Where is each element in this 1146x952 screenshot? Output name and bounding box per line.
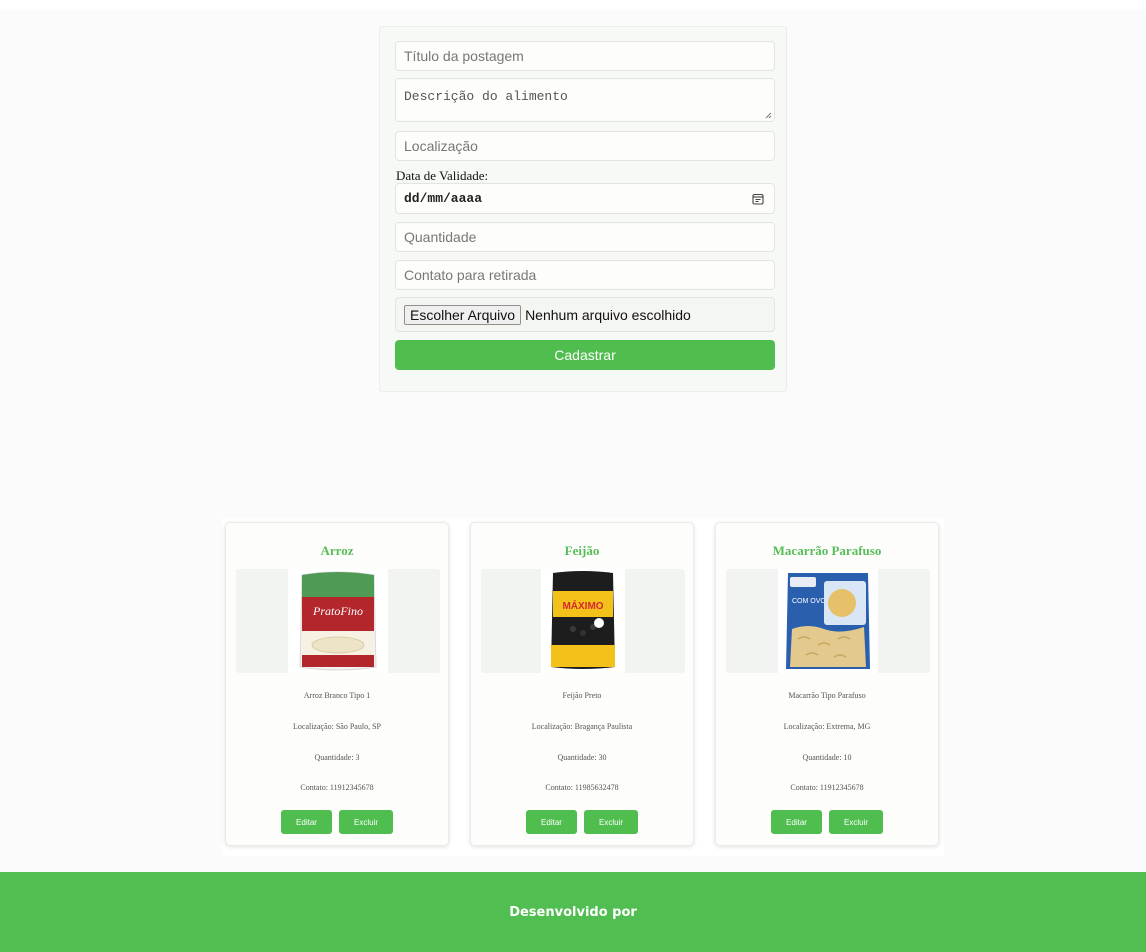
- card-location: Localização: Extrema, MG: [783, 722, 871, 731]
- contact-input[interactable]: Contato para retirada: [395, 260, 775, 290]
- card-location: Localização: Bragança Paulista: [531, 722, 633, 731]
- food-card-macarrao: Macarrão Parafuso COM OVOS Macarrão Tipo…: [715, 522, 939, 846]
- expiry-date-value: dd/mm/aaaa: [404, 191, 483, 206]
- description-textarea[interactable]: Descrição do alimento: [395, 78, 775, 122]
- quantity-input-placeholder: Quantidade: [404, 229, 477, 245]
- card-image-pasta: COM OVOS: [726, 569, 930, 673]
- expiry-date-label: Data de Validade:: [396, 168, 489, 183]
- description-textarea-placeholder: Descrição do alimento: [404, 89, 568, 104]
- card-contact: Contato: 11912345678: [790, 783, 864, 792]
- title-input[interactable]: Título da postagem: [395, 41, 775, 71]
- title-input-placeholder: Título da postagem: [404, 48, 524, 64]
- card-location: Localização: São Paulo, SP: [293, 722, 381, 731]
- expiry-date-input[interactable]: dd/mm/aaaa: [395, 183, 775, 214]
- food-card-feijao: Feijão MÁXIMO Feijão Preto Localização: …: [470, 522, 694, 846]
- card-contact: Contato: 11985632478: [545, 783, 619, 792]
- card-image-beans: MÁXIMO: [481, 569, 685, 673]
- quantity-input[interactable]: Quantidade: [395, 222, 775, 252]
- card-quantity: Quantidade: 10: [802, 753, 852, 762]
- card-title: Macarrão Parafuso: [772, 543, 882, 558]
- food-card-arroz: Arroz PratoFino Arroz Branco Tipo 1 Loca…: [225, 522, 449, 846]
- location-input-placeholder: Localização: [404, 138, 478, 154]
- submit-button[interactable]: Cadastrar: [395, 340, 775, 370]
- card-contact: Contato: 11912345678: [300, 783, 374, 792]
- delete-button[interactable]: Excluir: [829, 810, 883, 834]
- delete-button[interactable]: Excluir: [584, 810, 638, 834]
- rice-brand-text: PratoFino: [312, 604, 363, 618]
- food-cards-list: Arroz PratoFino Arroz Branco Tipo 1 Loca…: [222, 518, 944, 856]
- choose-file-button[interactable]: Escolher Arquivo: [404, 304, 522, 325]
- resize-handle-icon[interactable]: [764, 111, 772, 119]
- file-status-text: Nenhum arquivo escolhido: [525, 306, 691, 323]
- location-input[interactable]: Localização: [395, 131, 775, 161]
- card-description: Arroz Branco Tipo 1: [303, 691, 371, 700]
- rice-package-image: PratoFino: [288, 569, 388, 673]
- food-post-form: Título da postagem Descrição do alimento…: [379, 26, 787, 392]
- card-quantity: Quantidade: 30: [557, 753, 607, 762]
- beans-brand-text: MÁXIMO: [562, 599, 603, 612]
- card-title: Feijão: [564, 543, 600, 558]
- edit-button[interactable]: Editar: [526, 810, 577, 834]
- edit-button[interactable]: Editar: [771, 810, 822, 834]
- calendar-icon[interactable]: [752, 193, 764, 205]
- footer: Desenvolvido por: [0, 872, 1146, 952]
- contact-input-placeholder: Contato para retirada: [404, 267, 537, 283]
- edit-button[interactable]: Editar: [281, 810, 332, 834]
- card-image-rice: PratoFino: [236, 569, 440, 673]
- delete-button[interactable]: Excluir: [339, 810, 393, 834]
- card-title: Arroz: [320, 543, 354, 558]
- pasta-package-image: COM OVOS: [778, 569, 878, 673]
- card-description: Feijão Preto: [562, 691, 602, 700]
- card-description: Macarrão Tipo Parafuso: [788, 691, 866, 700]
- footer-credit-text: Desenvolvido por: [509, 904, 637, 920]
- top-band: [0, 0, 1146, 10]
- beans-package-image: MÁXIMO: [541, 569, 625, 673]
- card-quantity: Quantidade: 3: [314, 753, 360, 762]
- image-file-input: Escolher Arquivo Nenhum arquivo escolhid…: [395, 297, 775, 332]
